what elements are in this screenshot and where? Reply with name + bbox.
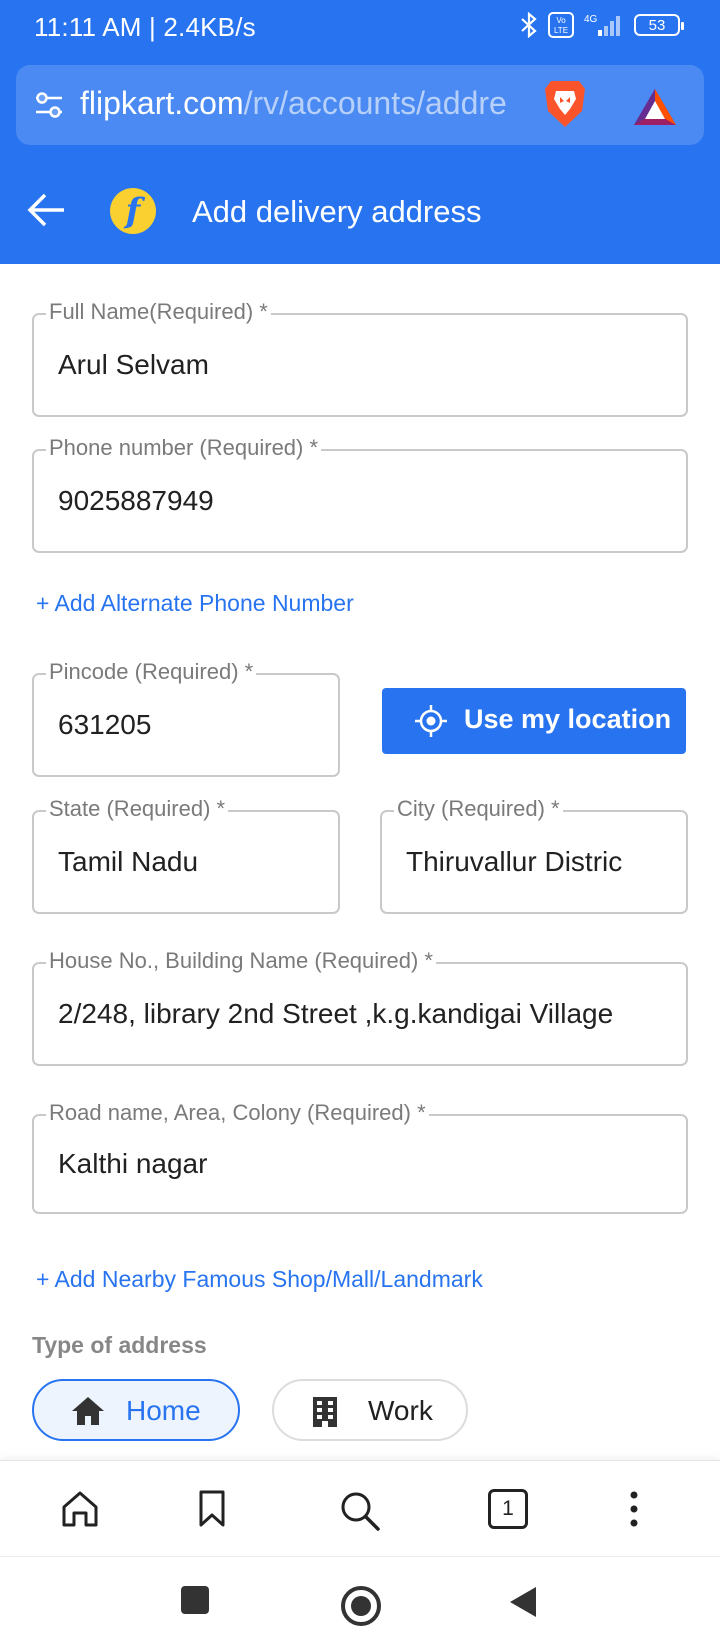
house-value[interactable]: 2/248, library 2nd Street ,k.g.kandigai …: [58, 998, 678, 1030]
svg-text:Vo: Vo: [556, 16, 566, 25]
address-bar[interactable]: flipkart.com/rv/accounts/addre: [16, 65, 704, 145]
state-field[interactable]: State (Required) * Tamil Nadu: [32, 796, 340, 914]
location-target-icon: [415, 705, 447, 737]
add-alternate-phone-link[interactable]: + Add Alternate Phone Number: [36, 590, 354, 617]
status-icons: Vo LTE 4G 53: [518, 12, 684, 38]
address-type-home-button[interactable]: Home: [32, 1379, 240, 1441]
city-value[interactable]: Thiruvallur Distric: [406, 846, 676, 878]
svg-text:4G: 4G: [584, 14, 598, 25]
state-label: State (Required) *: [46, 796, 229, 822]
recents-icon[interactable]: [180, 1585, 210, 1615]
use-my-location-label: Use my location: [464, 704, 672, 734]
brave-shields-icon[interactable]: [542, 77, 588, 131]
url-text[interactable]: flipkart.com/rv/accounts/addre: [80, 85, 540, 122]
full-name-field[interactable]: Full Name(Required) * Arul Selvam: [32, 299, 688, 417]
state-value[interactable]: Tamil Nadu: [58, 846, 198, 878]
phone-field[interactable]: Phone number (Required) * 9025887949: [32, 435, 688, 553]
tabs-button[interactable]: 1: [488, 1489, 528, 1529]
house-field[interactable]: House No., Building Name (Required) * 2/…: [32, 948, 688, 1066]
site-settings-icon[interactable]: [34, 91, 64, 119]
pincode-field[interactable]: Pincode (Required) * 631205: [32, 659, 340, 777]
road-value[interactable]: Kalthi nagar: [58, 1148, 207, 1180]
house-label: House No., Building Name (Required) *: [46, 948, 436, 974]
full-name-label: Full Name(Required) *: [46, 299, 271, 325]
logo-letter: f: [125, 191, 141, 231]
home-label: Home: [126, 1395, 201, 1426]
road-label: Road name, Area, Colony (Required) *: [46, 1100, 429, 1126]
pincode-label: Pincode (Required) *: [46, 659, 257, 685]
back-arrow-icon[interactable]: [26, 190, 68, 230]
address-type-work-button[interactable]: Work: [272, 1379, 468, 1441]
app-header: f Add delivery address: [0, 156, 720, 264]
system-navigation-bar: [0, 1556, 720, 1650]
url-path: /rv/accounts/addre: [243, 85, 507, 121]
status-bar: 11:11 AM | 2.4KB/s Vo LTE 4G 53: [0, 0, 720, 54]
url-domain: flipkart.com: [80, 85, 244, 121]
browser-home-icon[interactable]: [60, 1489, 100, 1529]
road-field[interactable]: Road name, Area, Colony (Required) * Kal…: [32, 1100, 688, 1214]
building-icon: [313, 1397, 337, 1427]
signal-icon: 4G: [584, 14, 620, 36]
work-label: Work: [368, 1395, 433, 1426]
status-time-speed: 11:11 AM | 2.4KB/s: [34, 12, 256, 42]
flipkart-logo: f: [110, 188, 156, 234]
back-nav-icon[interactable]: [508, 1585, 538, 1619]
bluetooth-icon: [521, 12, 537, 38]
add-landmark-link[interactable]: + Add Nearby Famous Shop/Mall/Landmark: [36, 1266, 483, 1293]
full-name-value[interactable]: Arul Selvam: [58, 349, 209, 381]
home-nav-icon[interactable]: [340, 1585, 382, 1627]
page-title: Add delivery address: [192, 194, 482, 229]
city-field[interactable]: City (Required) * Thiruvallur Distric: [380, 796, 688, 914]
battery-level: 53: [648, 16, 666, 34]
address-type-heading: Type of address: [32, 1332, 207, 1358]
phone-value[interactable]: 9025887949: [58, 485, 214, 517]
battery-icon: 53: [634, 14, 684, 36]
tab-count: 1: [502, 1497, 514, 1520]
svg-text:LTE: LTE: [554, 26, 568, 35]
pincode-value[interactable]: 631205: [58, 709, 151, 741]
more-options-icon[interactable]: [626, 1489, 642, 1529]
search-icon[interactable]: [338, 1489, 382, 1533]
browser-bottom-bar: 1: [0, 1460, 720, 1556]
phone-label: Phone number (Required) *: [46, 435, 322, 461]
brave-rewards-icon[interactable]: [632, 87, 678, 127]
use-my-location-button[interactable]: Use my location: [382, 688, 686, 754]
browser-toolbar: flipkart.com/rv/accounts/addre: [0, 54, 720, 156]
city-label: City (Required) *: [394, 796, 563, 822]
bookmark-icon[interactable]: [196, 1489, 228, 1529]
volte-icon: VoLTE: [548, 12, 574, 38]
home-icon: [72, 1397, 104, 1425]
